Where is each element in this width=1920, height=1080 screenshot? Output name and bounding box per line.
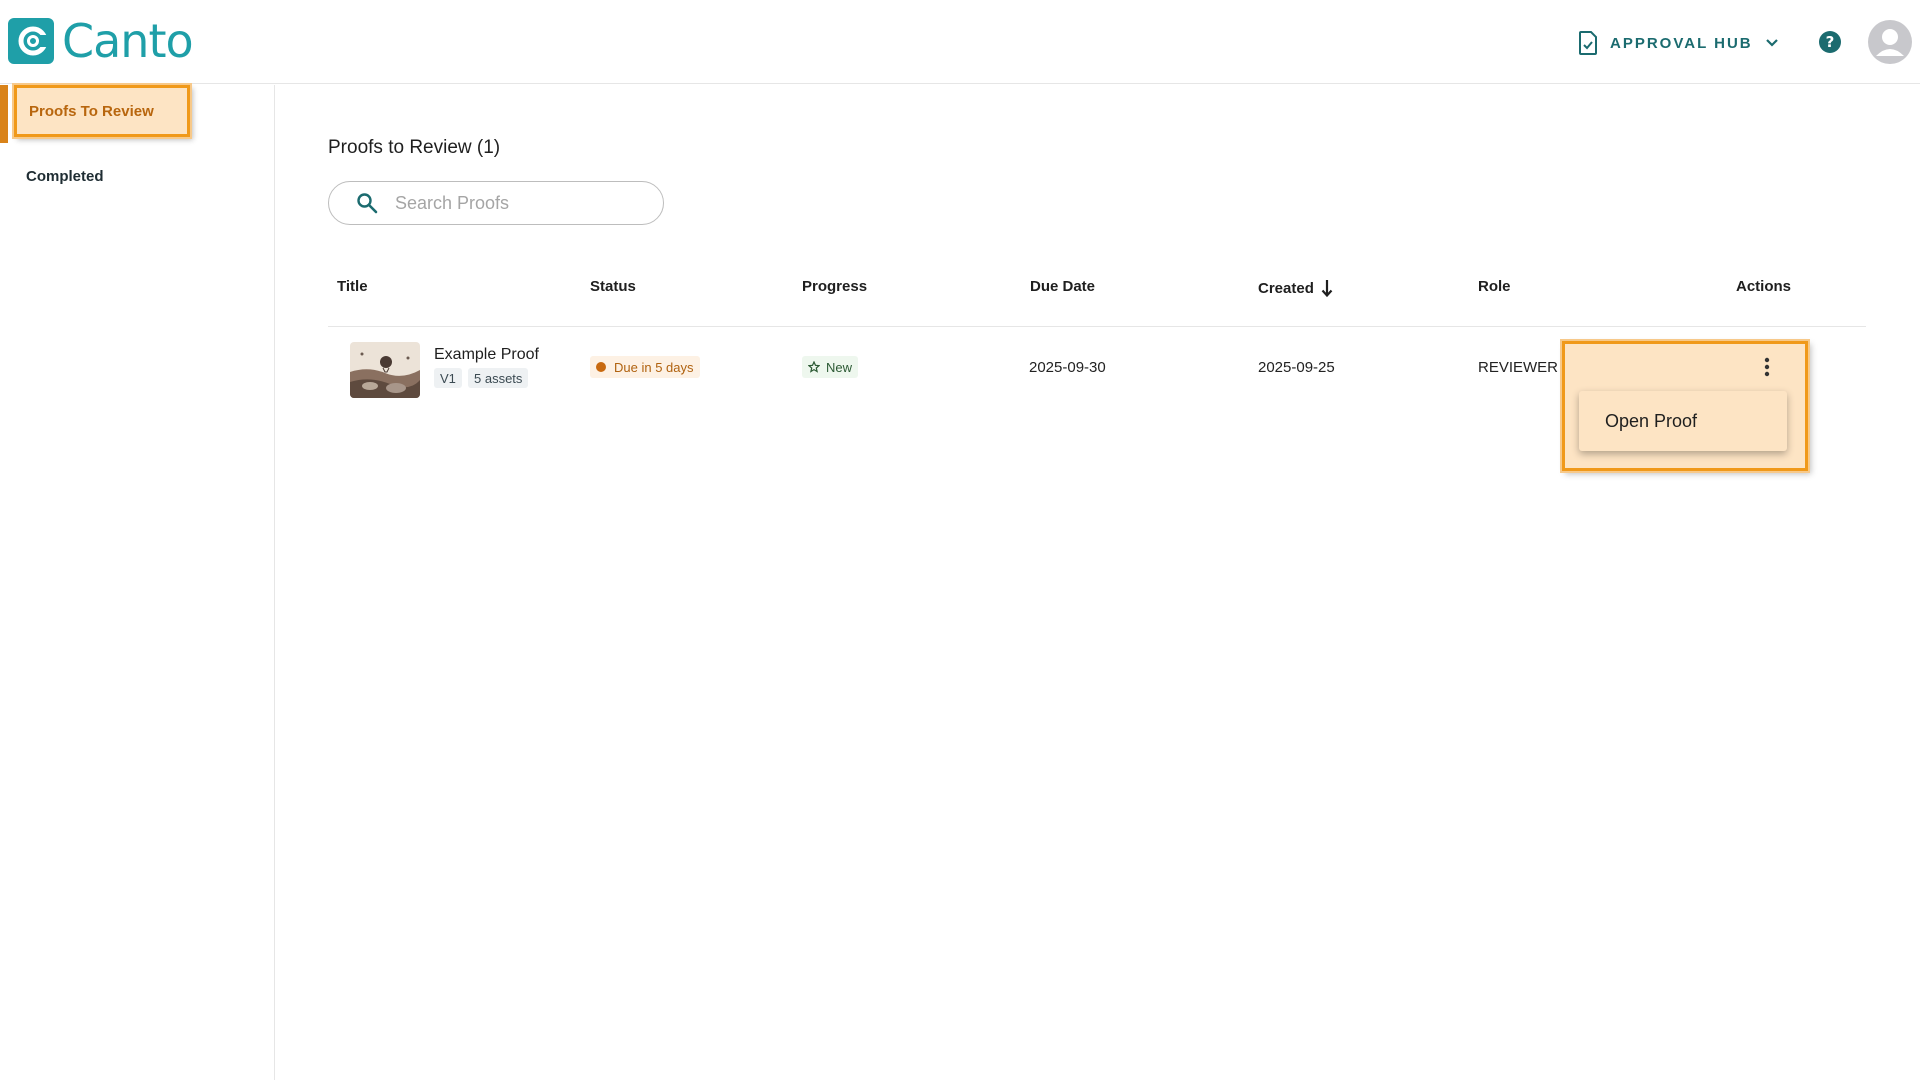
search-input[interactable] bbox=[393, 191, 657, 215]
proof-title[interactable]: Example Proof bbox=[434, 346, 539, 364]
progress-badge: New bbox=[802, 356, 859, 378]
column-label: Progress bbox=[802, 278, 868, 295]
active-nav-indicator bbox=[0, 85, 8, 143]
sidebar-item-completed[interactable]: Completed bbox=[14, 150, 190, 202]
page-title: Proofs to Review (1) bbox=[328, 137, 501, 158]
created-date-cell: 2025-09-25 bbox=[1258, 359, 1335, 376]
document-check-icon bbox=[1579, 31, 1597, 55]
column-label: Due Date bbox=[1030, 278, 1096, 295]
table-divider bbox=[328, 326, 1866, 327]
column-header-role[interactable]: Role bbox=[1478, 278, 1511, 295]
actions-dropdown-menu: Open Proof bbox=[1579, 391, 1787, 451]
logo-text: Canto bbox=[62, 14, 194, 68]
version-badge: V1 bbox=[434, 368, 462, 388]
column-header-due-date[interactable]: Due Date bbox=[1030, 278, 1095, 295]
canto-logo[interactable]: Canto bbox=[8, 14, 194, 68]
canto-logo-icon bbox=[8, 18, 54, 64]
column-label: Status bbox=[590, 278, 636, 295]
role-cell: REVIEWER bbox=[1478, 359, 1559, 376]
column-label: Created bbox=[1258, 279, 1314, 297]
approval-hub-label: APPROVAL HUB bbox=[1610, 34, 1753, 52]
column-header-progress[interactable]: Progress bbox=[802, 278, 867, 295]
proof-thumbnail[interactable] bbox=[350, 342, 420, 398]
column-label: Actions bbox=[1736, 278, 1792, 295]
column-header-title[interactable]: Title bbox=[337, 278, 368, 295]
sidebar-item-proofs-to-review[interactable]: Proofs To Review bbox=[12, 83, 192, 139]
status-dot-icon bbox=[596, 362, 606, 372]
column-label: Title bbox=[337, 278, 368, 295]
arrow-down-icon bbox=[1321, 280, 1333, 298]
progress-label: New bbox=[826, 359, 853, 375]
column-header-actions: Actions bbox=[1736, 278, 1791, 295]
due-date-cell: 2025-09-30 bbox=[1029, 359, 1106, 376]
sidebar-item-label: Proofs To Review bbox=[29, 102, 154, 120]
open-proof-menu-item[interactable]: Open Proof bbox=[1579, 411, 1787, 432]
sidebar: Proofs To Review Completed bbox=[0, 83, 275, 1080]
column-header-created[interactable]: Created bbox=[1258, 278, 1334, 298]
status-badge: Due in 5 days bbox=[590, 356, 700, 378]
status-label: Due in 5 days bbox=[614, 359, 694, 375]
help-icon[interactable]: ? bbox=[1818, 30, 1842, 54]
svg-text:?: ? bbox=[1826, 33, 1835, 51]
search-box[interactable] bbox=[328, 181, 664, 225]
user-avatar-icon[interactable] bbox=[1868, 20, 1912, 64]
app-header: Canto APPROVAL HUB ? bbox=[0, 0, 1920, 84]
search-icon bbox=[357, 193, 378, 214]
sidebar-item-label: Completed bbox=[26, 167, 104, 185]
more-vertical-icon[interactable] bbox=[1755, 355, 1779, 379]
assets-count-badge: 5 assets bbox=[468, 368, 529, 388]
chevron-down-icon bbox=[1765, 39, 1778, 47]
column-label: Role bbox=[1478, 278, 1511, 295]
column-header-status[interactable]: Status bbox=[590, 278, 636, 295]
star-outline-icon bbox=[808, 361, 820, 373]
approval-hub-menu[interactable]: APPROVAL HUB bbox=[1578, 28, 1779, 58]
